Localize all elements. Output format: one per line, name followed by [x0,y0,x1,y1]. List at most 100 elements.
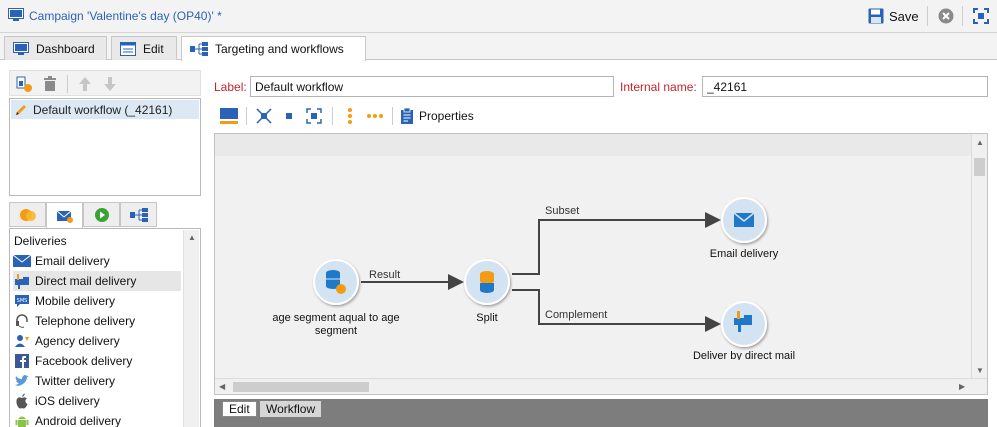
properties-label: Properties [419,109,474,123]
label-caption: Label: [214,80,247,94]
move-down-button[interactable] [100,74,120,94]
maximize-icon[interactable] [973,8,989,24]
move-up-button[interactable] [75,74,95,94]
dashboard-icon [13,41,29,55]
list-item[interactable]: Default workflow (_42161) [11,100,199,119]
apple-icon [13,393,31,409]
horizontal-dots-icon [367,114,383,118]
properties-button[interactable]: Properties [400,106,474,126]
list-item[interactable]: SMS Mobile delivery [13,291,181,311]
workflow-canvas[interactable]: Result Subset Complement age segment aqu… [214,133,988,395]
clipboard-icon [401,108,413,124]
list-item[interactable]: Email delivery [13,251,181,271]
targeting-icon [19,208,36,221]
separator [962,6,963,26]
arrow-up-icon [79,77,91,91]
node-label-email[interactable]: Email delivery [689,248,799,261]
vertical-dots-icon [348,108,352,124]
direct-mail-node [721,301,767,347]
delete-button[interactable] [40,74,60,94]
list-item[interactable]: Telephone delivery [13,311,181,331]
window-title: Campaign 'Valentine's day (OP40)' * [29,9,222,23]
agency-icon [13,333,31,349]
zoom-selection-button[interactable] [304,106,324,126]
tab-targeting-and-workflows[interactable]: Targeting and workflows [181,36,366,61]
pencil-icon [16,104,26,115]
vertical-layout-button[interactable] [340,106,360,126]
envelope-icon [13,253,31,269]
headset-icon [13,313,31,329]
activity-palette: Deliveries Email delivery Direct mail de… [9,228,201,427]
trash-icon [44,76,56,91]
tab-edit[interactable]: Edit [111,36,177,60]
square-icon [286,113,292,119]
add-workflow-button[interactable] [14,74,34,94]
palette-item-label: Telephone delivery [35,314,136,328]
envelope-star-icon [56,210,73,223]
node-label-query[interactable]: age segment aqual to age segment [266,312,406,338]
workflow-diagram [313,197,767,347]
separator [332,107,333,125]
android-icon [13,413,31,427]
list-item[interactable]: Direct mail delivery [13,271,181,291]
workflow-icon [190,42,208,56]
list-item[interactable]: iOS delivery [13,391,181,411]
window-icon [120,41,136,56]
svg-text:SMS: SMS [17,298,28,304]
layout-icon [220,108,238,124]
tab-label: Edit [143,41,164,56]
title-bar: Campaign 'Valentine's day (OP40)' * Save [0,0,997,33]
palette-item-label: iOS delivery [35,394,100,408]
internal-name-field[interactable] [702,76,988,97]
list-item[interactable]: Twitter delivery [13,371,181,391]
palette-scrollbar[interactable]: ▲ [183,230,199,427]
tab-workflow-bottom[interactable]: Workflow [260,401,322,417]
split-node [464,259,510,305]
vertical-scrollbar[interactable]: ▲ ▼ [971,134,987,378]
email-delivery-node [721,197,767,243]
play-icon [94,207,109,222]
tab-label: Targeting and workflows [215,42,344,56]
list-item[interactable]: Facebook delivery [13,351,181,371]
tab-label: Dashboard [36,41,95,56]
tab-dashboard[interactable]: Dashboard [4,36,107,60]
label-field[interactable] [250,76,614,97]
workflow-list-toolbar [9,70,201,96]
edge-label-result: Result [369,269,401,281]
mailbox-icon [13,273,31,289]
separator [67,75,68,93]
palette-tabs [9,202,201,229]
tab-edit-bottom[interactable]: Edit [222,401,257,417]
split-icon [480,271,494,293]
horizontal-scrollbar[interactable]: ◀ ▶ [215,378,987,394]
palette-item-label: Android delivery [35,414,122,427]
node-label-split[interactable]: Split [457,312,517,325]
edge-label-complement: Complement [545,309,608,321]
horizontal-layout-button[interactable] [365,106,385,126]
node-label-direct-mail[interactable]: Deliver by direct mail [679,350,809,360]
palette-item-label: Agency delivery [35,334,120,348]
tab-flow-control[interactable] [83,202,120,227]
twitter-icon [13,373,31,389]
list-item[interactable]: Android delivery [13,411,181,427]
layout-button[interactable] [219,106,239,126]
tab-targeting[interactable] [9,202,46,227]
close-icon[interactable] [938,8,954,24]
palette-item-label: Twitter delivery [35,374,116,388]
save-button[interactable]: Save [868,6,919,26]
zoom-frame-icon [306,108,322,124]
main-tabs: Dashboard Edit Targeting and workflows [0,33,997,61]
scroll-thumb[interactable] [974,158,985,176]
actual-size-button[interactable] [279,106,299,126]
workflow-list: Default workflow (_42161) [9,98,201,196]
edge-complement [512,289,721,332]
internal-name-caption: Internal name: [620,80,697,94]
tab-tools[interactable] [120,202,157,227]
fit-icon [256,108,272,124]
tab-deliveries[interactable] [46,202,83,229]
palette-item-label: Mobile delivery [35,294,116,308]
scroll-thumb[interactable] [233,382,369,392]
list-item[interactable]: Agency delivery [13,331,181,351]
fit-to-window-button[interactable] [254,106,274,126]
workflow-toolbar: Properties [214,103,988,129]
